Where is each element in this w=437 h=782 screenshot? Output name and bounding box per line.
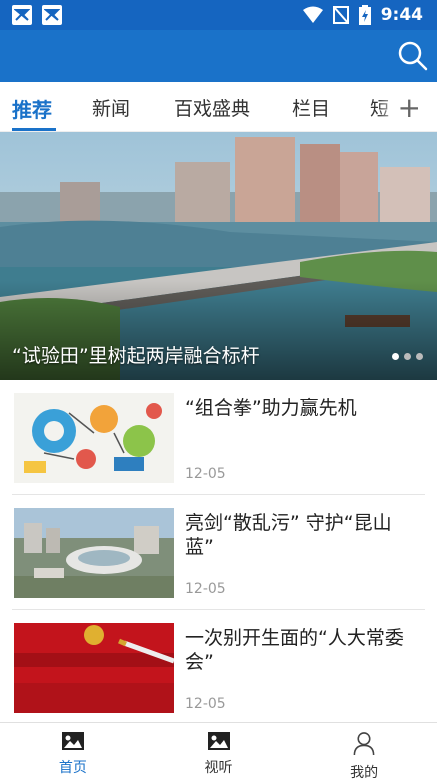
image-icon <box>61 732 84 750</box>
no-signal-icon <box>332 6 349 24</box>
tab-opera-festival[interactable]: 百戏盛典 <box>174 94 250 121</box>
status-bar: 9:44 <box>0 0 437 30</box>
status-time: 9:44 <box>380 5 423 25</box>
wifi-icon <box>302 6 323 23</box>
banner-carousel[interactable]: “试验田”里树起两岸融合标杆 <box>0 132 437 380</box>
nav-label: 首页 <box>58 760 87 776</box>
news-title[interactable]: 亮剑“散乱污” 守护“昆山蓝” <box>185 511 419 559</box>
news-list: “组合拳”助力赢先机 12-05 亮剑“散乱污” 守护“昆山蓝” 12-05 一… <box>0 380 437 725</box>
search-icon <box>398 41 428 71</box>
news-thumbnail <box>14 508 174 598</box>
carousel-dot <box>416 353 423 360</box>
image-icon <box>207 732 230 750</box>
news-item[interactable]: “组合拳”助力赢先机 12-05 <box>12 380 425 495</box>
news-title[interactable]: “组合拳”助力赢先机 <box>185 396 419 420</box>
battery-charging-icon <box>358 5 371 25</box>
plus-icon: + <box>397 90 421 124</box>
nav-profile[interactable]: 我的 <box>291 723 437 782</box>
person-icon <box>353 732 375 756</box>
news-item[interactable]: 一次别开生面的“人大常委会” 12-05 <box>12 610 425 725</box>
tab-news[interactable]: 新闻 <box>92 94 130 121</box>
carousel-dot <box>404 353 411 360</box>
news-thumbnail <box>14 623 174 713</box>
add-tab-button[interactable]: + <box>377 82 437 131</box>
news-date: 12-05 <box>185 581 226 597</box>
nav-label: 我的 <box>350 765 379 781</box>
news-item[interactable]: 亮剑“散乱污” 守护“昆山蓝” 12-05 <box>12 495 425 610</box>
news-date: 12-05 <box>185 466 226 482</box>
carousel-dot <box>392 353 399 360</box>
news-thumbnail <box>14 393 174 483</box>
news-date: 12-05 <box>185 696 226 712</box>
bottom-nav: 首页 视听 我的 <box>0 722 437 782</box>
app-bar <box>0 30 437 82</box>
nav-label: 视听 <box>204 760 233 776</box>
tab-recommend[interactable]: 推荐 <box>12 94 52 123</box>
banner-caption[interactable]: “试验田”里树起两岸融合标杆 <box>12 341 260 368</box>
nav-home[interactable]: 首页 <box>0 723 146 782</box>
tab-bar: 推荐 新闻 百戏盛典 栏目 短 + <box>0 82 437 132</box>
app-notification-icon <box>12 5 32 25</box>
search-button[interactable] <box>397 40 429 72</box>
tab-columns[interactable]: 栏目 <box>292 94 330 121</box>
app-notification-icon <box>42 5 62 25</box>
nav-audio-video[interactable]: 视听 <box>146 723 292 782</box>
carousel-indicator <box>392 353 423 360</box>
news-title[interactable]: 一次别开生面的“人大常委会” <box>185 626 419 674</box>
active-tab-indicator <box>12 128 56 131</box>
